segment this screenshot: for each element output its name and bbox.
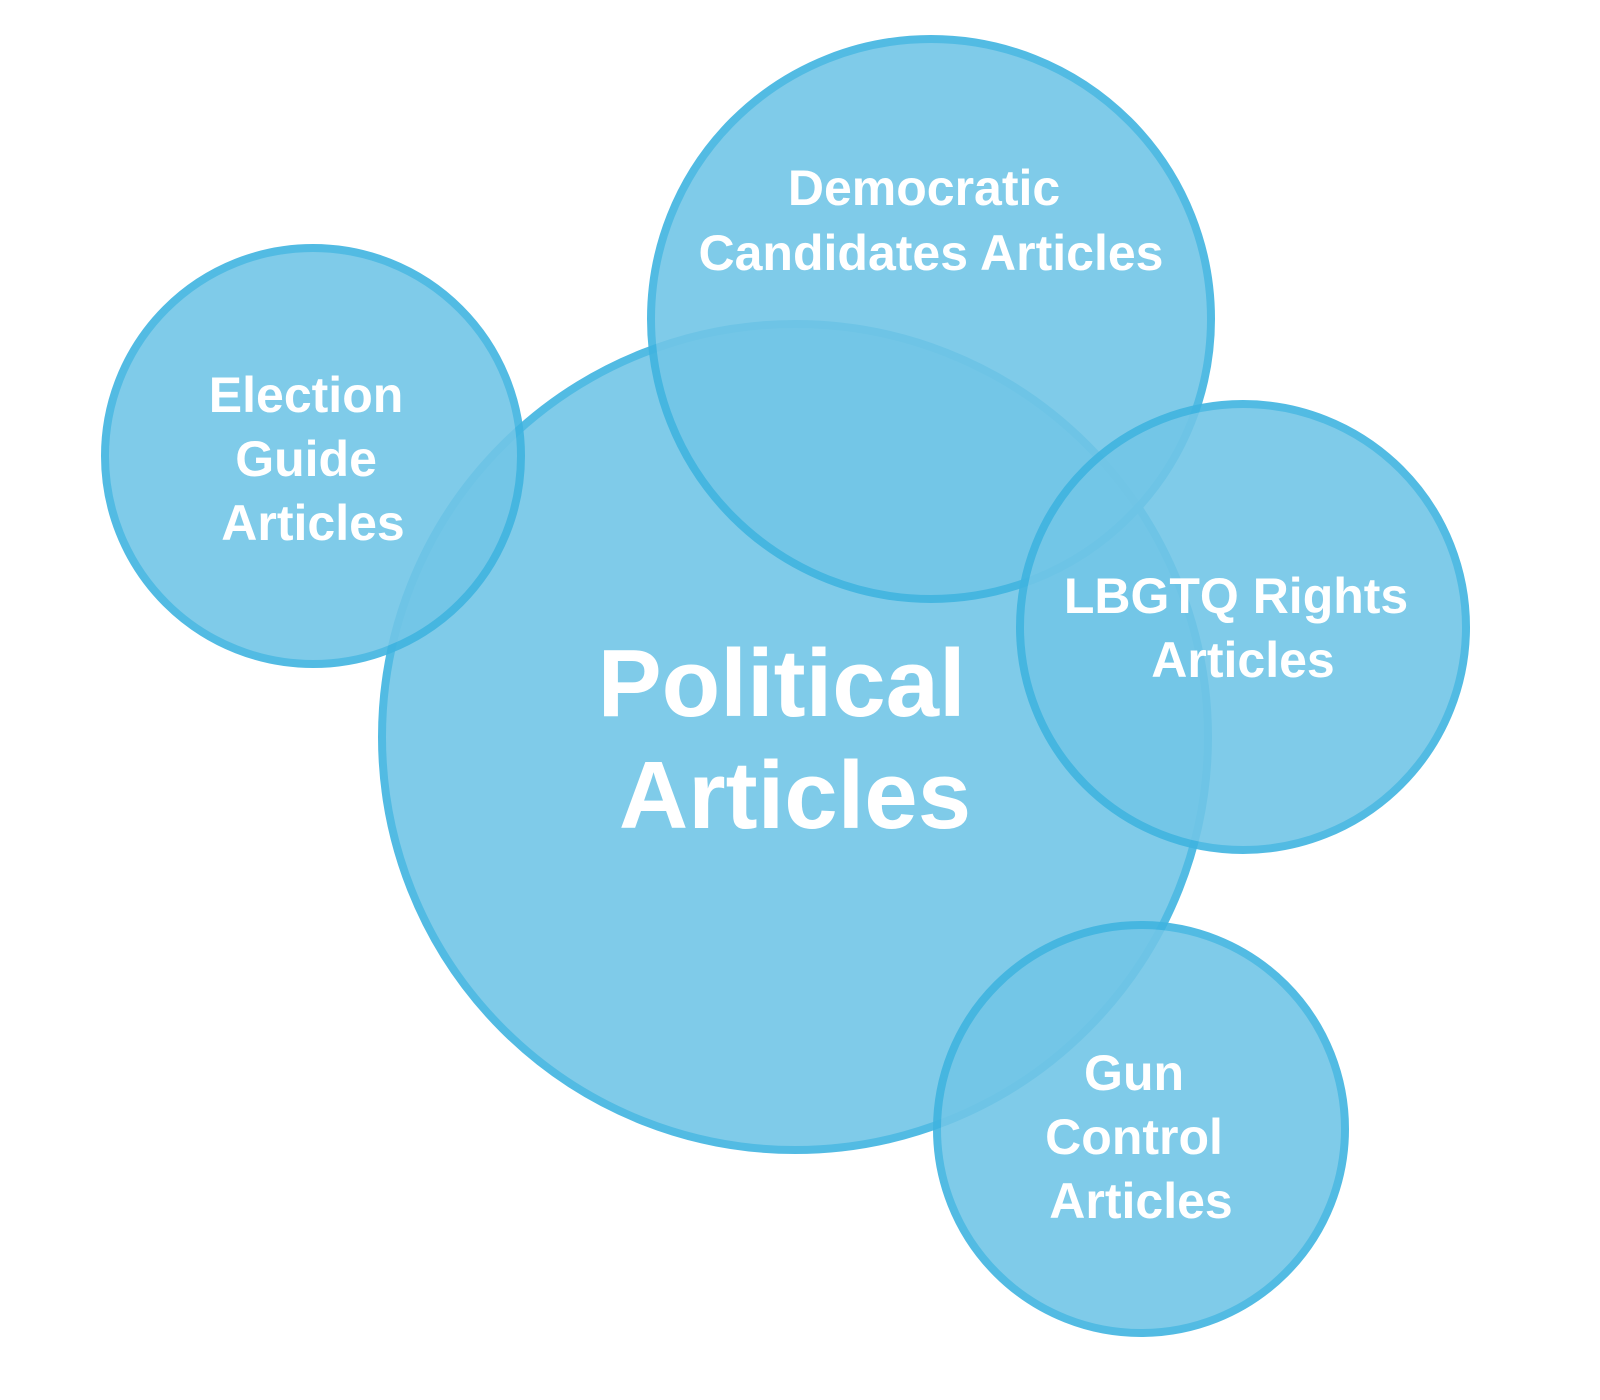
democratic-candidates-label-line: Democratic xyxy=(788,160,1060,216)
lbgtq-rights-bubble xyxy=(1016,400,1470,854)
election-guide-label-line: Election xyxy=(209,367,403,423)
election-guide-label-line: Guide xyxy=(235,431,377,487)
gun-control-label-line: Gun xyxy=(1084,1045,1184,1101)
gun-control-label-line: Control xyxy=(1045,1109,1223,1165)
election-guide-label-line: Articles xyxy=(221,495,404,551)
bubble-diagram: Political Articles Election Guide Articl… xyxy=(101,35,1470,1337)
democratic-candidates-label-line: Candidates Articles xyxy=(699,225,1164,281)
gun-control-label-line: Articles xyxy=(1049,1173,1232,1229)
lbgtq-rights-label-line: Articles xyxy=(1151,632,1334,688)
political-articles-label-line: Political xyxy=(598,630,966,737)
election-guide-label: Election Guide Articles xyxy=(209,367,417,551)
political-articles-label-line: Articles xyxy=(619,742,971,849)
lbgtq-rights-label-line: LBGTQ Rights xyxy=(1064,568,1408,624)
